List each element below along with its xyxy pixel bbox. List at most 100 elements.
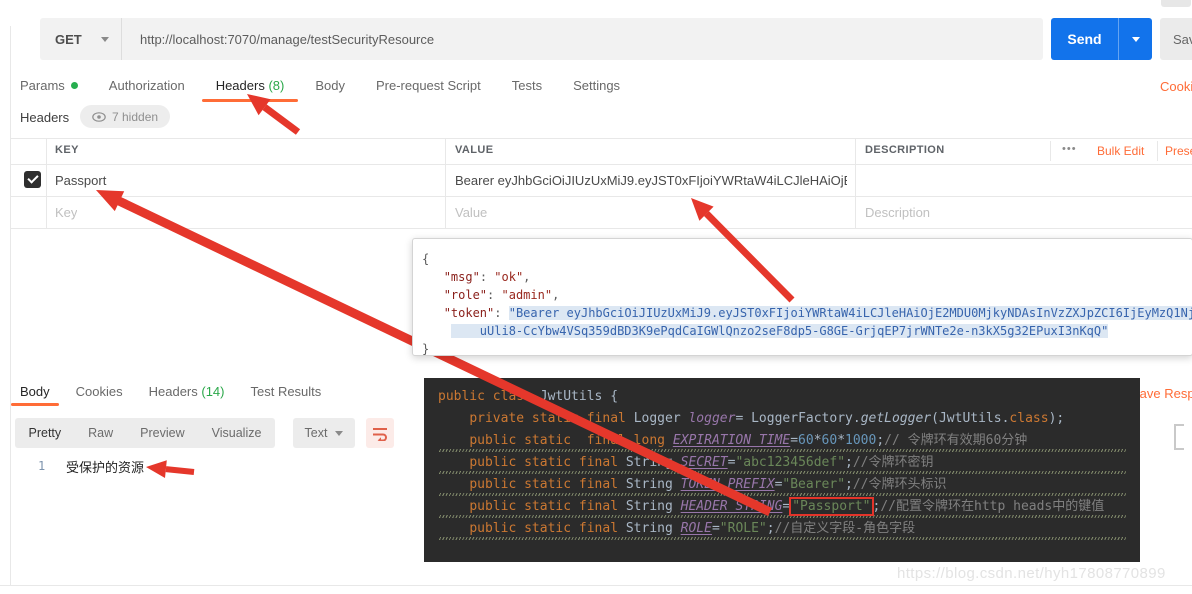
bulk-edit-link[interactable]: Bulk Edit [1097,144,1144,158]
response-tab-body[interactable]: Body [20,384,50,406]
cookies-link[interactable]: Cookies [1160,79,1192,94]
code-line-token: getLogger [861,411,931,426]
json-line-token: : [480,270,494,284]
params-active-dot-icon [71,82,78,89]
json-line-token [422,306,444,320]
request-tab-body[interactable]: Body [315,78,345,102]
code-line-token: public static final [469,455,626,470]
method-select[interactable]: GET [40,18,122,60]
tab-label: Headers [216,78,265,93]
line-number: 1 [38,459,45,473]
code-line-token: // 令牌环有效期60分钟 [884,433,1027,448]
code-line-token: 60 [798,433,814,448]
code-line-token: "Passport" [789,497,873,516]
table-border [1157,141,1158,161]
format-select[interactable]: Text [293,418,355,448]
panel-bottom-border [0,585,1192,586]
json-line-token: } [422,342,429,356]
eye-icon [92,112,106,122]
code-line-token: //配置令牌环在http heads中的键值 [880,499,1104,514]
code-line-token: String [626,521,681,536]
new-key-input[interactable]: Key [55,205,77,220]
table-border [10,138,1192,139]
code-line: public class JwtUtils { [438,386,1140,408]
code-lines: public class JwtUtils { private static f… [438,386,1140,540]
caret-down-icon [101,37,109,42]
send-button[interactable]: Send [1051,18,1152,60]
response-tab-test-results[interactable]: Test Results [250,384,321,406]
request-tab-params[interactable]: Params [20,78,78,102]
header-value-cell[interactable]: Bearer eyJhbGciOiJIUzUxMiJ9.eyJST0xFIjoi… [455,173,847,188]
code-line-token: String [626,499,681,514]
code-line-token: ; [767,521,775,536]
response-tab-cookies[interactable]: Cookies [76,384,123,406]
jwtutils-code-snippet: public class JwtUtils { private static f… [424,378,1140,562]
tab-label: Tests [512,78,542,93]
json-line-token: , [523,270,530,284]
code-line-token: //令牌环头标识 [853,477,947,492]
request-tab-headers[interactable]: Headers (8) [216,78,285,102]
tab-label: Params [20,78,65,93]
code-line-token [438,499,469,514]
json-line-token: { [422,252,429,266]
code-line-token [438,477,469,492]
view-raw[interactable]: Raw [84,426,117,440]
code-line-token: logger [688,411,735,426]
json-lines: { "msg": "ok", "role": "admin", "token":… [422,250,1192,356]
json-line: uUli8-CcYbw4VSq359dBD3K9ePqdCaIGWlQnzo2s… [422,322,1192,340]
tab-label: Test Results [250,384,321,399]
hidden-headers-label: 7 hidden [112,110,158,124]
postman-window: GET http://localhost:7070/manage/testSec… [0,0,1192,594]
table-border [1050,141,1051,161]
request-tab-authorization[interactable]: Authorization [109,78,185,102]
header-key-cell[interactable]: Passport [55,173,435,188]
column-header-key: KEY [55,144,79,156]
code-line: public static final long EXPIRATION_TIME… [438,430,1140,452]
tab-label: Settings [573,78,620,93]
top-right-sliver [1161,0,1191,7]
json-line-token: "Bearer eyJhbGciOiJIUzUxMiJ9.eyJST0xFIjo… [509,306,1192,320]
view-visualize[interactable]: Visualize [208,426,266,440]
json-line-token [422,288,444,302]
json-line: } [422,340,1192,356]
response-json-popup: { "msg": "ok", "role": "admin", "token":… [412,238,1192,356]
url-input[interactable]: http://localhost:7070/manage/testSecurit… [122,32,1043,47]
send-label[interactable]: Send [1051,18,1119,60]
tab-label: Body [315,78,345,93]
code-line-token [438,455,469,470]
caret-down-icon [1132,37,1140,42]
response-tab-headers[interactable]: Headers (14) [149,384,225,406]
new-value-input[interactable]: Value [455,205,487,220]
json-line: "token": "Bearer eyJhbGciOiJIUzUxMiJ9.ey… [422,304,1192,322]
json-line-token: "admin" [502,288,553,302]
save-response-link[interactable]: Save Response [1131,386,1192,401]
send-options-button[interactable] [1119,18,1152,60]
panel-left-border [10,26,11,585]
code-line-token: ; [845,455,853,470]
code-line-token: public static final [469,499,626,514]
response-tabs: Body Cookies Headers (14) Test Results [20,384,321,406]
code-line-token: LoggerFactory. [751,411,861,426]
json-line-token: "ok" [494,270,523,284]
code-line-token: public static final long [469,433,673,448]
view-pretty[interactable]: Pretty [25,426,66,440]
header-row-checkbox[interactable] [24,171,41,188]
view-preview[interactable]: Preview [136,426,188,440]
code-line: public static final String TOKEN_PREFIX=… [438,474,1140,496]
request-tab-tests[interactable]: Tests [512,78,542,102]
new-description-input[interactable]: Description [865,205,930,220]
table-border [46,138,47,228]
presets-link[interactable]: Presets [1165,144,1192,158]
more-ellipsis-icon[interactable]: ••• [1062,143,1077,155]
save-button[interactable]: Save [1160,18,1192,60]
code-line-token: EXPIRATION_TIME [673,433,790,448]
hidden-headers-badge[interactable]: 7 hidden [80,105,170,128]
request-tab-settings[interactable]: Settings [573,78,620,102]
request-tab-pre-request-script[interactable]: Pre-request Script [376,78,481,102]
code-line-token: ROLE [681,521,712,536]
json-line: { [422,250,1192,268]
method-label: GET [55,32,82,47]
json-line-token: "token" [444,306,495,320]
wrap-text-button[interactable] [366,418,394,448]
format-label: Text [305,426,328,440]
